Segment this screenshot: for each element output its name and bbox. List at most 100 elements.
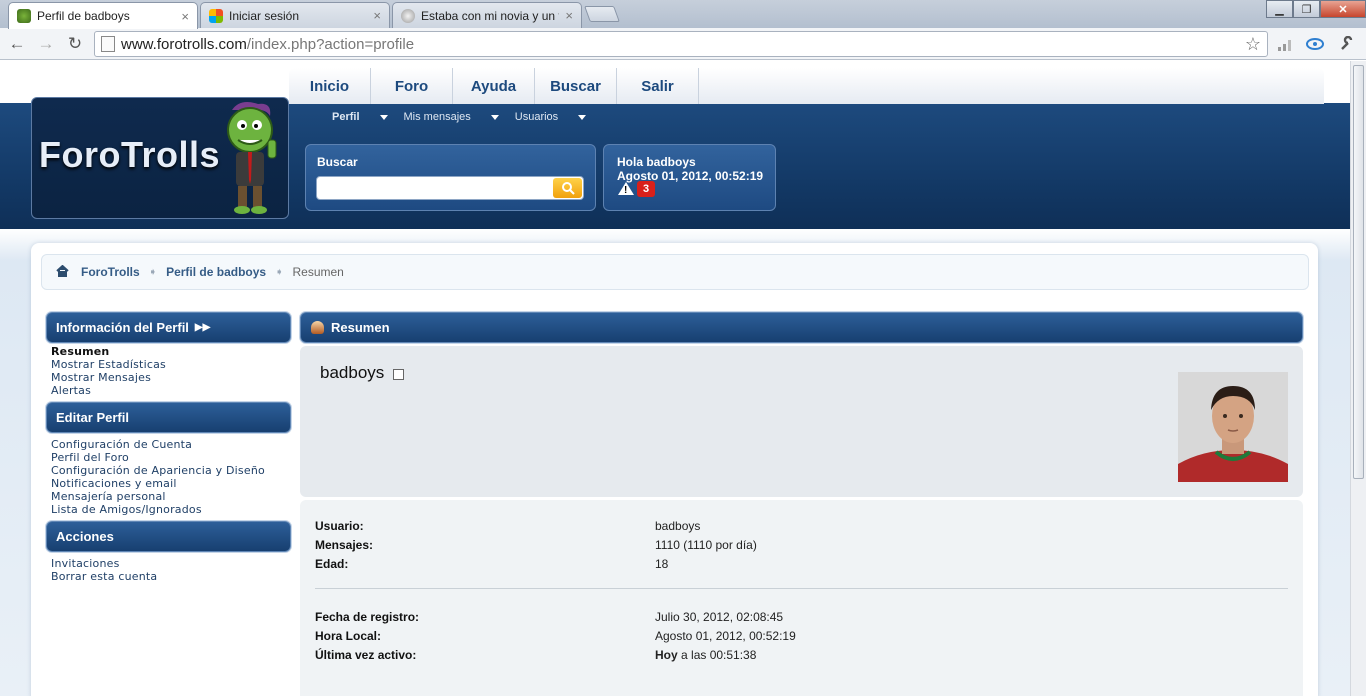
value-mensajes: 1110 (1110 por día) (655, 538, 757, 552)
value-ultima-vez: Hoy a las 00:51:38 (655, 648, 757, 662)
windows-favicon-icon (209, 8, 223, 23)
browser-toolbar: ← → ↻ www.forotrolls.com/index.php?actio… (0, 28, 1366, 60)
main-header: Resumen (300, 312, 1303, 343)
sidebar-list-informacion: Resumen Mostrar Estadísticas Mostrar Men… (46, 343, 291, 402)
double-arrow-icon: ▶▶ (194, 322, 211, 333)
search-input[interactable] (316, 176, 584, 200)
breadcrumb-perfil[interactable]: Perfil de badboys (166, 265, 266, 279)
sidebar-item-invitaciones[interactable]: Invitaciones (51, 557, 291, 570)
close-tab-icon[interactable]: × (565, 8, 573, 23)
greeting: Hola badboys (617, 155, 696, 169)
search-button[interactable] (553, 178, 582, 198)
browser-tabstrip: Perfil de badboys × Iniciar sesión × Est… (0, 0, 1366, 29)
alerts-count-badge[interactable]: 3 (637, 181, 655, 197)
close-tab-icon[interactable]: × (373, 8, 381, 23)
avatar (1178, 372, 1288, 482)
content-area: ForoTrolls ➧ Perfil de badboys ➧ Resumen… (31, 243, 1318, 696)
home-icon[interactable] (56, 264, 69, 280)
nav-salir[interactable]: Salir (617, 68, 699, 104)
sidebar-item-notificaciones[interactable]: Notificaciones y email (51, 477, 291, 490)
label-usuario: Usuario: (315, 519, 364, 533)
new-tab-button[interactable] (584, 6, 620, 22)
sidebar-header-editar[interactable]: Editar Perfil (46, 402, 291, 433)
tab-estaba-con-mi-novia[interactable]: Estaba con mi novia y un fl × (392, 2, 582, 28)
status-checkbox-icon (393, 369, 404, 380)
window-controls: ▁ ❐ ✕ (1266, 0, 1366, 18)
tab-iniciar-sesion[interactable]: Iniciar sesión × (200, 2, 390, 28)
scrollbar-thumb[interactable] (1353, 65, 1364, 479)
user-icon (311, 321, 324, 334)
profile-card: badboys (300, 346, 1303, 497)
profile-subnav: Perfil Mis mensajes Usuarios (332, 111, 602, 123)
sidebar-item-alertas[interactable]: Alertas (51, 384, 291, 397)
sidebar-list-editar: Configuración de Cuenta Perfil del Foro … (46, 433, 291, 521)
caret-down-icon (490, 114, 499, 120)
profile-username: badboys (320, 363, 385, 382)
caret-down-icon (578, 114, 587, 120)
profile-details: Usuario: badboys Mensajes: 1110 (1110 po… (300, 500, 1303, 696)
nav-foro[interactable]: Foro (371, 68, 453, 104)
bookmark-star-icon[interactable]: ☆ (1245, 34, 1261, 55)
page-favicon-icon (401, 8, 415, 23)
main-title: Resumen (331, 320, 390, 335)
url-path: /index.php?action=profile (246, 35, 415, 53)
value-fecha-registro: Julio 30, 2012, 02:08:45 (655, 610, 784, 624)
profile-sidebar: Información del Perfil ▶▶ Resumen Mostrar… (46, 312, 291, 588)
breadcrumb: ForoTrolls ➧ Perfil de badboys ➧ Resumen (41, 254, 1309, 290)
user-panel: Hola badboys Agosto 01, 2012, 00:52:19 !… (603, 144, 776, 211)
value-edad: 18 (655, 557, 669, 571)
site-logo[interactable]: ForoTrolls (31, 97, 289, 219)
main-navigation: Inicio Foro Ayuda Buscar Salir (289, 68, 1324, 104)
subnav-perfil[interactable]: Perfil (332, 111, 388, 123)
page-scrollbar[interactable] (1350, 61, 1366, 696)
breadcrumb-separator-icon: ➧ (148, 266, 158, 278)
extension-eye-icon[interactable] (1306, 35, 1324, 53)
sidebar-item-mensajes[interactable]: Mostrar Mensajes (51, 371, 291, 384)
label-hora-local: Hora Local: (315, 629, 382, 643)
close-tab-icon[interactable]: × (181, 9, 189, 24)
signal-bars-icon[interactable] (1276, 36, 1294, 54)
nav-ayuda[interactable]: Ayuda (453, 68, 535, 104)
sidebar-item-estadisticas[interactable]: Mostrar Estadísticas (51, 358, 291, 371)
troll-mascot-icon (227, 102, 277, 214)
sidebar-header-informacion[interactable]: Información del Perfil ▶▶ (46, 312, 291, 343)
troll-favicon-icon (17, 9, 31, 23)
close-window-button[interactable]: ✕ (1320, 0, 1366, 18)
tab-label: Estaba con mi novia y un fl (421, 8, 560, 23)
search-panel: Buscar (305, 144, 596, 211)
search-label: Buscar (317, 155, 358, 169)
logo-text: ForoTrolls (39, 134, 221, 175)
label-edad: Edad: (315, 557, 349, 571)
sidebar-item-amigos[interactable]: Lista de Amigos/Ignorados (51, 503, 291, 516)
forward-button[interactable]: → (35, 33, 57, 55)
subnav-usuarios[interactable]: Usuarios (515, 111, 587, 123)
back-button[interactable]: ← (6, 33, 28, 55)
reload-button[interactable]: ↻ (64, 33, 86, 55)
sidebar-header-acciones[interactable]: Acciones (46, 521, 291, 552)
nav-inicio[interactable]: Inicio (289, 68, 371, 104)
page-icon (101, 36, 115, 52)
sidebar-item-apariencia[interactable]: Configuración de Apariencia y Diseño (51, 464, 291, 477)
label-fecha-registro: Fecha de registro: (315, 610, 420, 624)
tab-perfil[interactable]: Perfil de badboys × (8, 2, 198, 29)
sidebar-item-perfil-foro[interactable]: Perfil del Foro (51, 451, 291, 464)
sidebar-list-acciones: Invitaciones Borrar esta cuenta (46, 552, 291, 588)
address-bar[interactable]: www.forotrolls.com/index.php?action=prof… (94, 31, 1268, 57)
sidebar-item-cuenta[interactable]: Configuración de Cuenta (51, 438, 291, 451)
web-page: ForoTrolls Inicio Foro Ayuda Buscar Sali… (0, 61, 1350, 696)
minimize-button[interactable]: ▁ (1266, 0, 1293, 18)
sidebar-item-resumen[interactable]: Resumen (51, 345, 291, 358)
subnav-mis-mensajes[interactable]: Mis mensajes (404, 111, 499, 123)
breadcrumb-forotrolls[interactable]: ForoTrolls (81, 265, 140, 279)
url-host: www.forotrolls.com (121, 35, 247, 53)
sidebar-item-mensajeria[interactable]: Mensajería personal (51, 490, 291, 503)
tab-label: Iniciar sesión (229, 8, 300, 23)
label-ultima-vez: Última vez activo: (315, 648, 417, 662)
maximize-button[interactable]: ❐ (1293, 0, 1320, 18)
caret-down-icon (379, 114, 388, 120)
sidebar-item-borrar-cuenta[interactable]: Borrar esta cuenta (51, 570, 291, 583)
wrench-icon[interactable] (1338, 35, 1356, 53)
nav-buscar[interactable]: Buscar (535, 68, 617, 104)
label-mensajes: Mensajes: (315, 538, 374, 552)
breadcrumb-resumen: Resumen (292, 265, 344, 279)
